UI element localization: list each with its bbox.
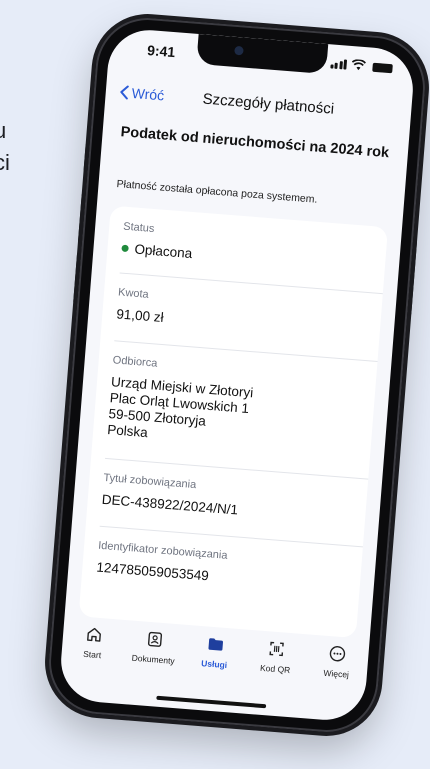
tab-qr-code[interactable]: Kod QR (244, 638, 306, 700)
tab-more[interactable]: Więcej (305, 643, 367, 705)
background-text-fragment: ci (0, 150, 10, 175)
tab-label: Dokumenty (131, 652, 176, 666)
battery-icon (372, 62, 393, 74)
tab-label: Usługi (200, 658, 228, 671)
camera (234, 45, 244, 56)
recipient-field: Odbiorca Urząd Miejski w Złotoryi Plac O… (107, 354, 363, 457)
background-text-fragment: u (0, 118, 7, 143)
obligation-identifier-field: Identyfikator zobowiązania 1247850590535… (96, 540, 348, 596)
folder-icon (208, 638, 223, 651)
document-icon (147, 631, 162, 647)
status-field: Status Opłacona (121, 221, 373, 277)
home-icon (86, 627, 101, 642)
status-dot (121, 244, 129, 253)
status-icons (329, 57, 393, 74)
payment-details-card: Status Opłacona Kwota 91,00 zł Odbiorca … (78, 205, 389, 639)
volume-up-button (77, 193, 86, 244)
wifi-icon (351, 59, 367, 71)
tab-start[interactable]: Start (61, 623, 123, 685)
phone-screen: 9:41 Wróć Szczegóły płatności Podatek od… (58, 27, 416, 723)
amount-field: Kwota 91,00 zł (116, 286, 368, 342)
tab-label: Kod QR (259, 662, 291, 676)
obligation-title-field: Tytuł zobowiązania DEC-438922/2024/N/1 (101, 472, 353, 528)
tab-services[interactable]: Usługi (183, 633, 245, 695)
volume-down-button (73, 253, 82, 304)
tab-label: Start (82, 648, 102, 661)
navigation-bar: Wróć Szczegóły płatności (104, 79, 411, 133)
payment-heading: Podatek od nieruchomości na 2024 rok (120, 124, 390, 162)
status-value: Opłacona (133, 241, 193, 262)
signal-icon (329, 58, 348, 70)
more-icon (330, 646, 346, 662)
payment-note: Płatność została opłacona poza systemem. (116, 177, 318, 206)
notch (196, 33, 329, 75)
mute-switch (83, 143, 90, 172)
tab-label: Więcej (323, 667, 350, 680)
status-time: 9:41 (146, 41, 176, 61)
page-title: Szczegóły płatności (202, 90, 335, 118)
phone-frame: 9:41 Wróć Szczegóły płatności Podatek od… (45, 14, 429, 736)
qr-code-icon (269, 641, 284, 657)
home-indicator (156, 695, 267, 709)
power-button (407, 239, 418, 316)
tab-documents[interactable]: Dokumenty (122, 628, 184, 690)
